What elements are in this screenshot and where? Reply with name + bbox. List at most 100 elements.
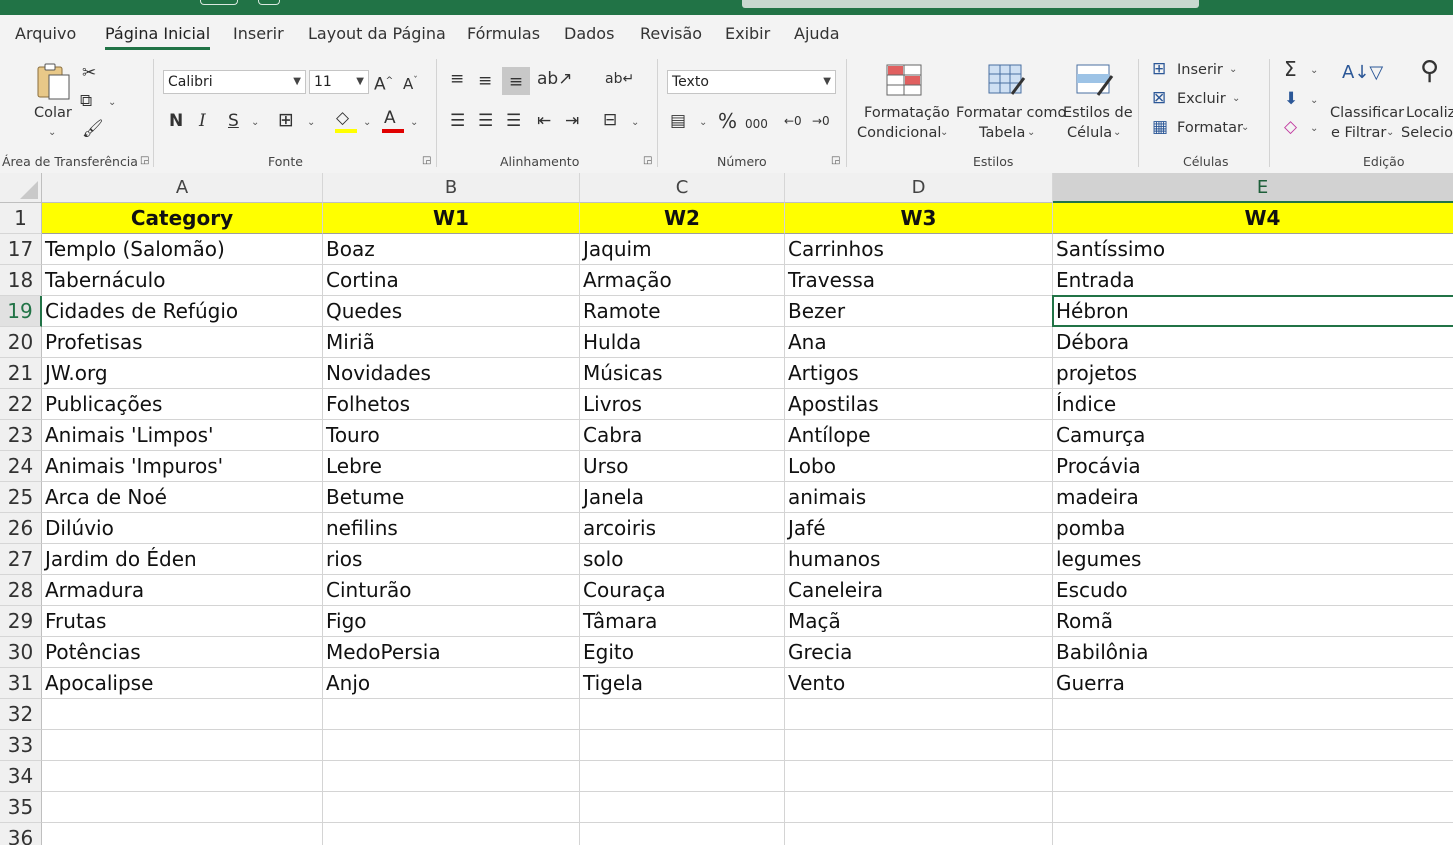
grid-cell[interactable]: Lebre [323,451,580,482]
grid-cell[interactable]: arcoiris [580,513,785,544]
row-header-24[interactable]: 24 [0,451,42,482]
grid-cell[interactable]: Miriã [323,327,580,358]
grid-cell[interactable]: humanos [785,544,1053,575]
orientation-icon[interactable]: ab↗ [537,69,572,89]
grid-cell[interactable]: Jafé [785,513,1053,544]
grid-cell[interactable]: Apostilas [785,389,1053,420]
clear-dropdown-icon[interactable]: ⌄ [1310,119,1318,139]
grid-cell[interactable] [580,730,785,761]
grid-cell[interactable]: Músicas [580,358,785,389]
row-header-17[interactable]: 17 [0,234,42,265]
row-header-32[interactable]: 32 [0,699,42,730]
row-header-22[interactable]: 22 [0,389,42,420]
borders-icon[interactable]: ⊞ [278,110,294,130]
grid-cell[interactable]: Potências [42,637,323,668]
font-size-select[interactable]: 11 ▼ [309,70,369,94]
grid-cell[interactable]: Janela [580,482,785,513]
grid-cell[interactable]: Entrada [1053,265,1453,296]
grid-cell[interactable]: Escudo [1053,575,1453,606]
grid-cell[interactable]: Hébron [1053,296,1453,327]
grid-cell[interactable]: Boaz [323,234,580,265]
grid-cell[interactable]: Arca de Noé [42,482,323,513]
grid-cell[interactable]: animais [785,482,1053,513]
column-header-b[interactable]: B [323,173,580,203]
row-header-28[interactable]: 28 [0,575,42,606]
tab-dados[interactable]: Dados [564,24,614,43]
grid-cell[interactable]: Romã [1053,606,1453,637]
fill-icon[interactable]: ⬇ [1284,89,1298,109]
grid-cell[interactable] [1053,761,1453,792]
grid-cell[interactable]: Babilônia [1053,637,1453,668]
tab-exibir[interactable]: Exibir [725,24,770,43]
clear-icon[interactable]: ◇ [1284,117,1297,137]
italic-button[interactable]: I [199,111,206,131]
paste-dropdown-icon[interactable]: ⌄ [48,123,56,143]
grid-cell[interactable]: Lobo [785,451,1053,482]
grid-cell[interactable] [323,730,580,761]
grid-cell[interactable]: rios [323,544,580,575]
column-header-c[interactable]: C [580,173,785,203]
grid-cell[interactable] [323,761,580,792]
bold-button[interactable]: N [169,111,183,131]
grid-cell[interactable]: Ramote [580,296,785,327]
grid-cell[interactable]: Santíssimo [1053,234,1453,265]
grid-cell[interactable]: Tâmara [580,606,785,637]
autosum-icon[interactable]: Σ [1284,59,1297,79]
grid-cell[interactable]: Cidades de Refúgio [42,296,323,327]
grid-cell[interactable]: legumes [1053,544,1453,575]
grid-cell[interactable]: Vento [785,668,1053,699]
grid-cell[interactable] [42,761,323,792]
select-all-button[interactable] [0,173,42,203]
font-color-dropdown-icon[interactable]: ⌄ [410,113,418,133]
grid-cell[interactable]: Débora [1053,327,1453,358]
grid-cell[interactable]: nefilins [323,513,580,544]
copy-dropdown-icon[interactable]: ⌄ [108,93,116,113]
increase-decimal-icon[interactable]: ←0 [784,111,802,131]
grid-cell[interactable]: Procávia [1053,451,1453,482]
number-launcher-icon[interactable]: ◲ [831,155,840,166]
alignment-launcher-icon[interactable]: ◲ [643,155,652,166]
grid-cell[interactable]: Livros [580,389,785,420]
thousands-button[interactable]: 000 [745,114,768,134]
column-header-a[interactable]: A [42,173,323,203]
grid-cell[interactable]: Tigela [580,668,785,699]
row-header-23[interactable]: 23 [0,420,42,451]
row-header-31[interactable]: 31 [0,668,42,699]
grid-cell[interactable]: Maçã [785,606,1053,637]
number-format-select[interactable]: Texto ▼ [667,70,836,94]
grid-cell[interactable] [42,823,323,845]
grid-cell[interactable]: madeira [1053,482,1453,513]
font-launcher-icon[interactable]: ◲ [422,155,431,166]
increase-indent-icon[interactable]: ⇥ [565,111,579,131]
grid-cell[interactable]: Templo (Salomão) [42,234,323,265]
grid-cell[interactable]: Cabra [580,420,785,451]
header-cell[interactable]: W2 [580,203,785,234]
tab-inserir[interactable]: Inserir [233,24,284,43]
align-top-icon[interactable]: ≡ [450,69,464,89]
grid-cell[interactable]: Bezer [785,296,1053,327]
grid-cell[interactable]: Animais 'Limpos' [42,420,323,451]
grid-cell[interactable]: Tabernáculo [42,265,323,296]
column-header-e[interactable]: E [1053,173,1453,203]
fill-color-dropdown-icon[interactable]: ⌄ [363,113,371,133]
grid-cell[interactable]: Jaquim [580,234,785,265]
grid-cell[interactable]: Jardim do Éden [42,544,323,575]
grid-cell[interactable] [323,823,580,845]
grid-cell[interactable]: Grecia [785,637,1053,668]
row-header-18[interactable]: 18 [0,265,42,296]
grid-cell[interactable]: Folhetos [323,389,580,420]
tab-layout-da-pagina[interactable]: Layout da Página [308,24,446,43]
grid-cell[interactable]: Apocalipse [42,668,323,699]
grid-cell[interactable]: Profetisas [42,327,323,358]
grid-cell[interactable]: pomba [1053,513,1453,544]
grid-cell[interactable]: Touro [323,420,580,451]
grid-cell[interactable] [323,792,580,823]
grid-cell[interactable]: Novidades [323,358,580,389]
align-right-icon[interactable]: ☰ [506,111,521,131]
merge-center-icon[interactable]: ⊟ [603,110,617,130]
header-cell[interactable]: W3 [785,203,1053,234]
decrease-decimal-icon[interactable]: →0 [812,111,830,131]
cut-icon[interactable]: ✂ [82,63,96,83]
copy-icon[interactable]: ⧉ [80,91,92,111]
grid-cell[interactable]: Couraça [580,575,785,606]
